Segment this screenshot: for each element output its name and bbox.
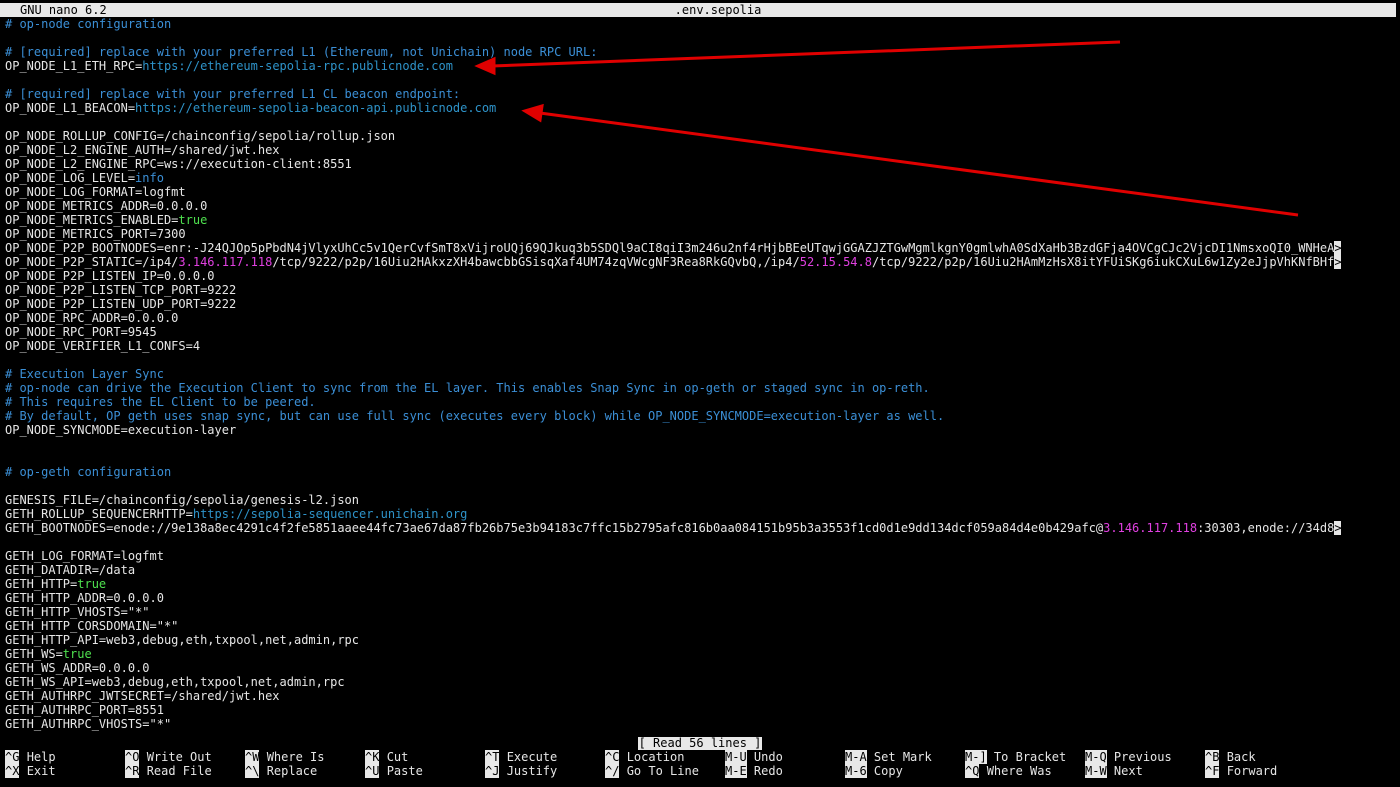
red-arrow-rpc-url [491, 40, 1121, 68]
annotation-arrows [474, 40, 1299, 217]
red-arrow-beacon-url [539, 111, 1299, 217]
red-arrowhead-rpc-url [474, 56, 496, 76]
red-arrowhead-beacon-url [521, 103, 544, 123]
